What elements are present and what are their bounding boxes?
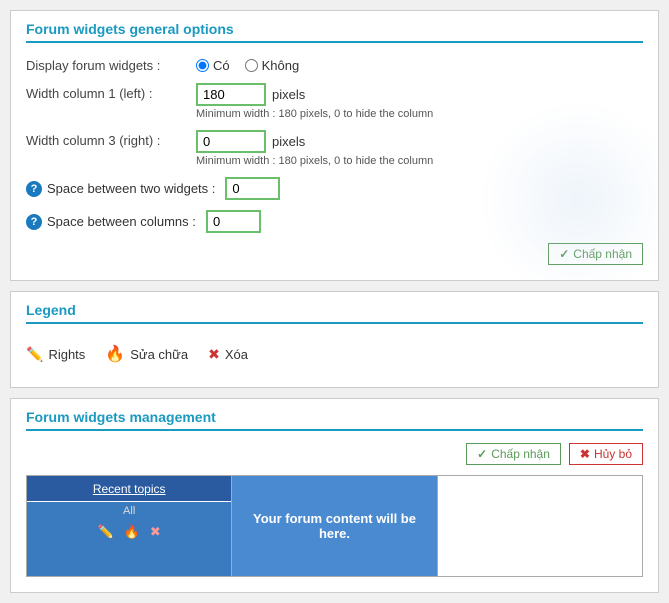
radio-co-label[interactable]: Có bbox=[196, 58, 230, 73]
display-widgets-content: Có Không bbox=[196, 55, 643, 73]
legend-title: Legend bbox=[26, 302, 643, 324]
display-widgets-label: Display forum widgets : bbox=[26, 55, 196, 73]
width-col3-note: Minimum width : 180 pixels, 0 to hide th… bbox=[196, 155, 643, 167]
management-cancel[interactable]: ✖ Hủy bỏ bbox=[569, 443, 643, 465]
space-widgets-input[interactable] bbox=[225, 177, 280, 200]
space-columns-input[interactable] bbox=[206, 210, 261, 233]
rights-icon: ✏️ bbox=[26, 346, 43, 363]
widget1-rights-icon[interactable]: ✏️ bbox=[98, 524, 114, 540]
management-submit-check-icon: ✓ bbox=[477, 447, 487, 461]
space-widgets-row: ? Space between two widgets : bbox=[26, 177, 643, 200]
general-options-title: Forum widgets general options bbox=[26, 21, 643, 43]
legend-section: Legend ✏️ Rights 🔥 Sửa chữa ✖ Xóa bbox=[10, 291, 659, 388]
radio-co[interactable] bbox=[196, 59, 209, 72]
management-actions: ✓ Chấp nhận ✖ Hủy bỏ bbox=[26, 443, 643, 465]
management-section: Forum widgets management ✓ Chấp nhận ✖ H… bbox=[10, 398, 659, 593]
display-widgets-radio-group: Có Không bbox=[196, 55, 643, 73]
edit-icon: 🔥 bbox=[105, 344, 125, 364]
management-title: Forum widgets management bbox=[26, 409, 643, 431]
radio-khong-text: Không bbox=[262, 58, 300, 73]
widget-grid: Recent topics All ✏️ 🔥 ✖ Your forum cont… bbox=[26, 475, 643, 577]
delete-icon: ✖ bbox=[208, 346, 220, 363]
widget1-sub: All bbox=[27, 502, 231, 520]
legend-items: ✏️ Rights 🔥 Sửa chữa ✖ Xóa bbox=[26, 336, 643, 372]
management-cancel-x-icon: ✖ bbox=[580, 447, 590, 461]
legend-edit-label: Sửa chữa bbox=[130, 347, 188, 362]
widget-cell-1: Recent topics All ✏️ 🔥 ✖ bbox=[27, 476, 232, 576]
management-cancel-label: Hủy bỏ bbox=[594, 447, 632, 461]
space-columns-label: Space between columns : bbox=[47, 214, 196, 229]
widget-cell-3 bbox=[438, 476, 642, 576]
general-options-section: Forum widgets general options Display fo… bbox=[10, 10, 659, 281]
widget1-edit-icon[interactable]: 🔥 bbox=[124, 524, 140, 540]
display-widgets-row: Display forum widgets : Có Không bbox=[26, 55, 643, 73]
widget1-header: Recent topics bbox=[27, 476, 231, 502]
width-col1-input[interactable] bbox=[196, 83, 266, 106]
general-options-actions: ✓ Chấp nhận bbox=[26, 243, 643, 265]
radio-khong-label[interactable]: Không bbox=[245, 58, 300, 73]
width-col3-input[interactable] bbox=[196, 130, 266, 153]
legend-item-edit: 🔥 Sửa chữa bbox=[105, 344, 188, 364]
width-col1-unit: pixels bbox=[272, 87, 305, 102]
management-submit[interactable]: ✓ Chấp nhận bbox=[466, 443, 561, 465]
radio-khong[interactable] bbox=[245, 59, 258, 72]
width-col3-label: Width column 3 (right) : bbox=[26, 130, 196, 148]
width-col1-note: Minimum width : 180 pixels, 0 to hide th… bbox=[196, 108, 643, 120]
widget1-title-link[interactable]: Recent topics bbox=[93, 482, 166, 496]
width-col1-row: Width column 1 (left) : pixels Minimum w… bbox=[26, 83, 643, 120]
legend-rights-label: Rights bbox=[48, 347, 85, 362]
space-columns-label-group: ? Space between columns : bbox=[26, 214, 196, 230]
management-submit-label: Chấp nhận bbox=[491, 447, 550, 461]
widget1-icons: ✏️ 🔥 ✖ bbox=[27, 520, 231, 544]
widget-cell-2: Your forum content will be here. bbox=[232, 476, 437, 576]
space-widgets-help-icon[interactable]: ? bbox=[26, 181, 42, 197]
width-col3-unit: pixels bbox=[272, 134, 305, 149]
radio-co-text: Có bbox=[213, 58, 230, 73]
space-columns-help-icon[interactable]: ? bbox=[26, 214, 42, 230]
submit-check-icon: ✓ bbox=[559, 247, 569, 261]
width-col1-content: pixels Minimum width : 180 pixels, 0 to … bbox=[196, 83, 643, 120]
legend-item-rights: ✏️ Rights bbox=[26, 346, 85, 363]
space-widgets-label: Space between two widgets : bbox=[47, 181, 215, 196]
legend-delete-label: Xóa bbox=[225, 347, 248, 362]
width-col3-row: Width column 3 (right) : pixels Minimum … bbox=[26, 130, 643, 167]
width-col1-input-row: pixels bbox=[196, 83, 643, 106]
legend-item-delete: ✖ Xóa bbox=[208, 346, 248, 363]
width-col1-label: Width column 1 (left) : bbox=[26, 83, 196, 101]
width-col3-input-row: pixels bbox=[196, 130, 643, 153]
general-options-submit-label: Chấp nhận bbox=[573, 247, 632, 261]
general-options-submit[interactable]: ✓ Chấp nhận bbox=[548, 243, 643, 265]
widget1-delete-icon[interactable]: ✖ bbox=[150, 524, 161, 540]
space-widgets-label-group: ? Space between two widgets : bbox=[26, 181, 215, 197]
width-col3-content: pixels Minimum width : 180 pixels, 0 to … bbox=[196, 130, 643, 167]
space-columns-row: ? Space between columns : bbox=[26, 210, 643, 233]
widget2-placeholder: Your forum content will be here. bbox=[232, 476, 436, 576]
